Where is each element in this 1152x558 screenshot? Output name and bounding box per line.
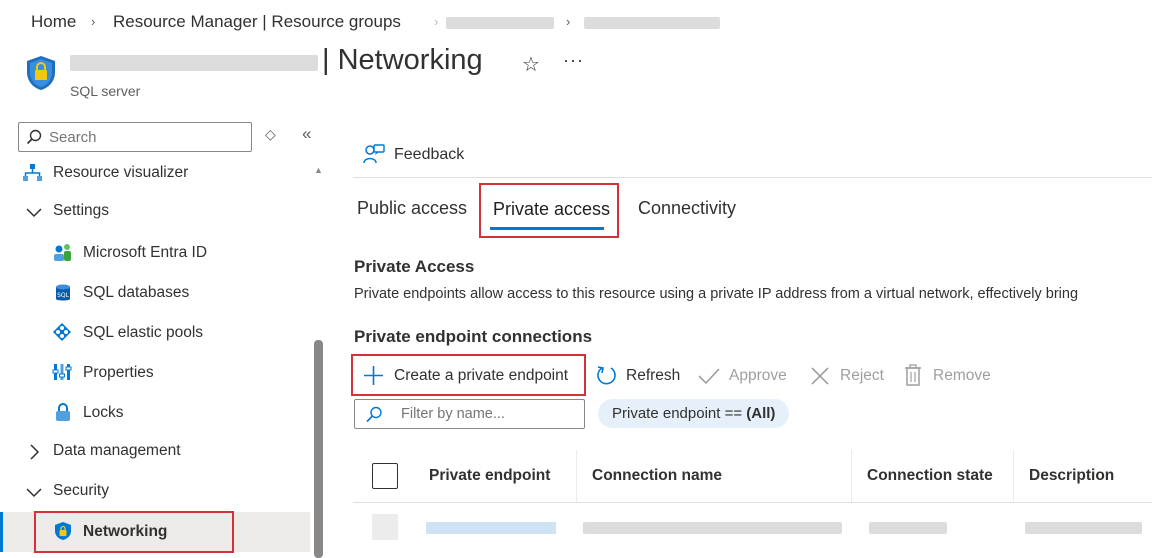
sidebar-group-data-management[interactable]: Data management <box>53 442 181 460</box>
sidebar-search[interactable] <box>18 122 252 152</box>
sidebar-item-properties[interactable]: Properties <box>83 364 154 382</box>
connection-name-redacted <box>583 522 842 534</box>
description-redacted <box>1025 522 1142 534</box>
column-separator <box>1013 450 1014 502</box>
search-input[interactable] <box>47 127 247 147</box>
sql-database-icon: SQL <box>56 284 70 301</box>
sidebar-item-entra-id[interactable]: Microsoft Entra ID <box>83 244 207 262</box>
breadcrumb-chevron-icon: › <box>566 14 571 29</box>
sidebar-item-elastic-pools[interactable]: SQL elastic pools <box>83 324 203 342</box>
refresh-button[interactable]: Refresh <box>626 367 680 385</box>
column-separator <box>576 450 577 502</box>
ellipsis-icon[interactable]: ··· <box>563 50 584 71</box>
column-header-connection-state[interactable]: Connection state <box>867 467 993 485</box>
star-icon[interactable]: ☆ <box>522 52 540 77</box>
breadcrumb-chevron-icon: › <box>91 14 96 29</box>
trash-icon <box>905 364 921 386</box>
sidebar-item-resource-visualizer[interactable]: Resource visualizer <box>53 164 188 182</box>
toolbar-divider <box>353 177 1152 178</box>
breadcrumb-redacted-group[interactable] <box>446 17 554 29</box>
sidebar-scroll-thumb[interactable] <box>314 340 323 558</box>
lock-icon <box>56 403 70 421</box>
page-title: | Networking <box>322 44 483 76</box>
column-header-connection-name[interactable]: Connection name <box>592 467 722 485</box>
refresh-icon <box>597 366 616 385</box>
chevron-down-icon[interactable] <box>24 202 44 222</box>
chevron-right-icon[interactable] <box>24 442 44 462</box>
filter-by-name[interactable] <box>354 399 585 429</box>
selected-indicator <box>0 512 3 552</box>
filter-pill-private-endpoint[interactable]: Private endpoint == (All) <box>598 399 790 428</box>
chevron-down-icon[interactable] <box>24 482 44 502</box>
section-heading-private-access: Private Access <box>354 257 475 276</box>
private-endpoint-link-redacted[interactable] <box>426 522 556 534</box>
filter-input[interactable] <box>399 405 579 423</box>
column-separator <box>851 450 852 502</box>
sort-toggle-icon[interactable]: ◇ <box>265 126 276 143</box>
sidebar-item-sql-databases[interactable]: SQL databases <box>83 284 189 302</box>
row-checkbox[interactable] <box>372 514 398 540</box>
breadcrumb-redacted-server[interactable] <box>584 17 720 29</box>
private-access-description: Private endpoints allow access to this r… <box>354 286 1079 302</box>
section-heading-endpoint-connections: Private endpoint connections <box>354 327 593 346</box>
server-name-redacted <box>70 55 318 71</box>
entra-id-icon <box>54 244 71 261</box>
checkmark-icon <box>698 368 720 385</box>
reject-button[interactable]: Reject <box>840 367 884 385</box>
highlight-networking <box>34 511 234 553</box>
search-icon <box>26 129 42 145</box>
search-icon <box>366 406 382 423</box>
elastic-pool-icon <box>53 323 71 341</box>
approve-button[interactable]: Approve <box>729 367 787 385</box>
highlight-create-endpoint <box>351 354 586 396</box>
close-icon <box>811 367 829 385</box>
filter-pill-label: Private endpoint == <box>612 405 743 422</box>
column-header-description[interactable]: Description <box>1029 467 1114 485</box>
connection-state-redacted <box>869 522 947 534</box>
column-header-private-endpoint[interactable]: Private endpoint <box>429 467 550 485</box>
sql-server-shield-icon <box>27 56 55 90</box>
feedback-button[interactable]: Feedback <box>394 146 464 164</box>
select-all-checkbox[interactable] <box>372 463 398 489</box>
resource-type: SQL server <box>70 83 141 99</box>
sidebar-group-settings[interactable]: Settings <box>53 202 109 220</box>
table-header-divider <box>353 502 1152 503</box>
feedback-icon <box>363 144 385 164</box>
breadcrumb-chevron-icon: › <box>434 14 439 29</box>
collapse-sidebar-icon[interactable]: « <box>302 124 311 144</box>
remove-button[interactable]: Remove <box>933 367 991 385</box>
breadcrumb-resource-groups[interactable]: Resource Manager | Resource groups <box>113 12 401 32</box>
svg-text:SQL: SQL <box>57 292 70 299</box>
breadcrumb-home[interactable]: Home <box>31 12 76 32</box>
highlight-private-access-tab <box>479 183 619 238</box>
sidebar-group-security[interactable]: Security <box>53 482 109 500</box>
resource-visualizer-icon <box>23 164 42 181</box>
filter-pill-value: (All) <box>746 405 776 422</box>
sidebar-item-locks[interactable]: Locks <box>83 404 124 422</box>
tab-public-access[interactable]: Public access <box>357 198 467 219</box>
scroll-up-icon[interactable]: ▲ <box>314 165 323 175</box>
properties-icon <box>52 364 72 380</box>
tab-connectivity[interactable]: Connectivity <box>638 198 736 219</box>
